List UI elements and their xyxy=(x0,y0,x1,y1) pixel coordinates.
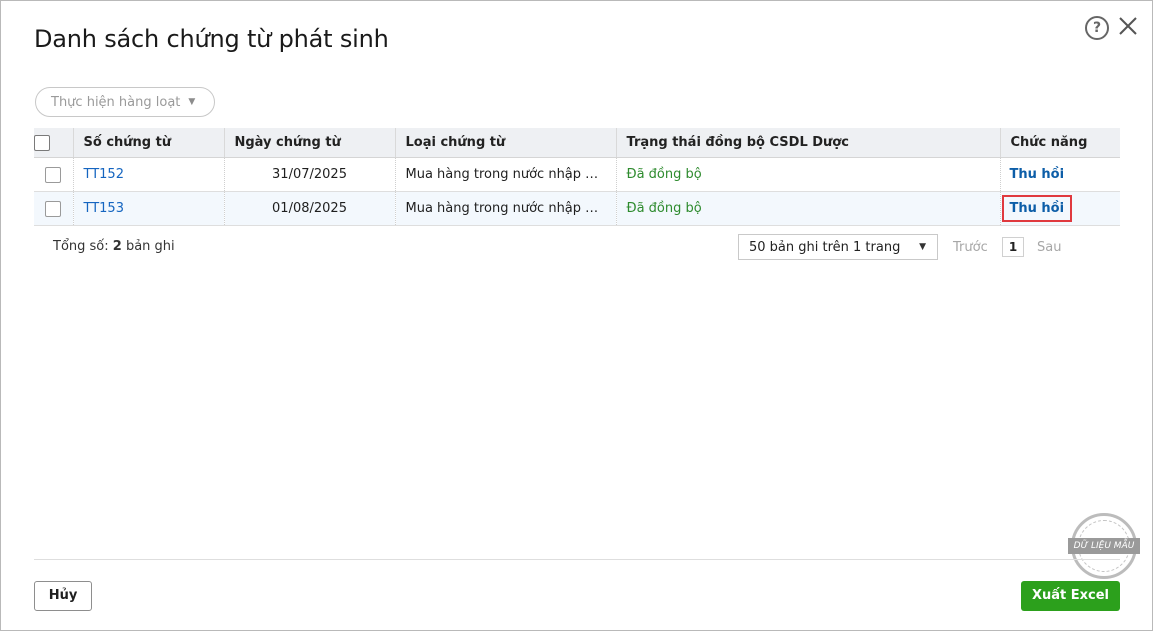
recall-link[interactable]: Thu hồi xyxy=(1005,164,1070,185)
row-checkbox[interactable] xyxy=(45,200,62,217)
document-number-link[interactable]: TT153 xyxy=(73,191,225,226)
total-count: 2 xyxy=(112,239,122,254)
caret-down-icon: ▼ xyxy=(919,242,926,252)
column-header-type[interactable]: Loại chứng từ xyxy=(395,128,617,158)
dialog-title: Danh sách chứng từ phát sinh xyxy=(34,25,389,53)
select-all-checkbox[interactable] xyxy=(34,134,50,151)
sync-status: Đã đồng bộ xyxy=(616,157,1001,192)
bulk-action-dropdown[interactable]: Thực hiện hàng loạt ▼ xyxy=(35,87,215,117)
next-page-button[interactable]: Sau xyxy=(1037,240,1061,255)
recall-link[interactable]: Thu hồi xyxy=(1001,195,1073,222)
footer-divider xyxy=(34,559,1120,560)
prev-page-button[interactable]: Trước xyxy=(953,240,988,255)
sync-status: Đã đồng bộ xyxy=(616,191,1001,226)
total-records: Tổng số: 2 bản ghi xyxy=(53,239,175,254)
table-row: TT152 31/07/2025 Mua hàng trong nước nhậ… xyxy=(34,157,1120,192)
row-checkbox-cell xyxy=(34,157,74,192)
table-header-row: Số chứng từ Ngày chứng từ Loại chứng từ … xyxy=(34,128,1120,158)
actions-cell: Thu hồi xyxy=(1000,191,1120,226)
total-prefix: Tổng số: xyxy=(53,239,109,254)
document-type: Mua hàng trong nước nhập kho xyxy=(395,191,617,226)
column-header-number[interactable]: Số chứng từ xyxy=(73,128,225,158)
document-number-link[interactable]: TT152 xyxy=(73,157,225,192)
total-suffix: bản ghi xyxy=(125,239,175,254)
table-row: TT153 01/08/2025 Mua hàng trong nước nhậ… xyxy=(34,191,1120,226)
bulk-action-label: Thực hiện hàng loạt xyxy=(51,94,181,110)
caret-down-icon: ▼ xyxy=(188,97,196,107)
sample-data-stamp: DỮ LIỆU MẪU xyxy=(1068,513,1140,579)
sample-data-label: DỮ LIỆU MẪU xyxy=(1068,538,1140,554)
column-header-date[interactable]: Ngày chứng từ xyxy=(224,128,396,158)
dialog: Danh sách chứng từ phát sinh ? Thực hiện… xyxy=(0,0,1153,631)
column-header-status[interactable]: Trạng thái đồng bộ CSDL Dược xyxy=(616,128,1001,158)
document-date: 01/08/2025 xyxy=(224,191,396,226)
actions-cell: Thu hồi xyxy=(1000,157,1120,192)
row-checkbox[interactable] xyxy=(45,166,62,183)
documents-table: Số chứng từ Ngày chứng từ Loại chứng từ … xyxy=(34,128,1120,226)
row-checkbox-cell xyxy=(34,191,74,226)
document-type: Mua hàng trong nước nhập kho xyxy=(395,157,617,192)
export-excel-button[interactable]: Xuất Excel xyxy=(1021,581,1120,611)
select-all-cell xyxy=(34,128,74,158)
document-date: 31/07/2025 xyxy=(224,157,396,192)
close-icon[interactable] xyxy=(1117,15,1139,37)
column-header-actions: Chức năng xyxy=(1000,128,1120,158)
help-icon[interactable]: ? xyxy=(1085,16,1109,40)
current-page[interactable]: 1 xyxy=(1002,237,1024,257)
page-size-label: 50 bản ghi trên 1 trang xyxy=(749,239,901,255)
page-size-select[interactable]: 50 bản ghi trên 1 trang ▼ xyxy=(738,234,938,260)
cancel-button[interactable]: Hủy xyxy=(34,581,92,611)
